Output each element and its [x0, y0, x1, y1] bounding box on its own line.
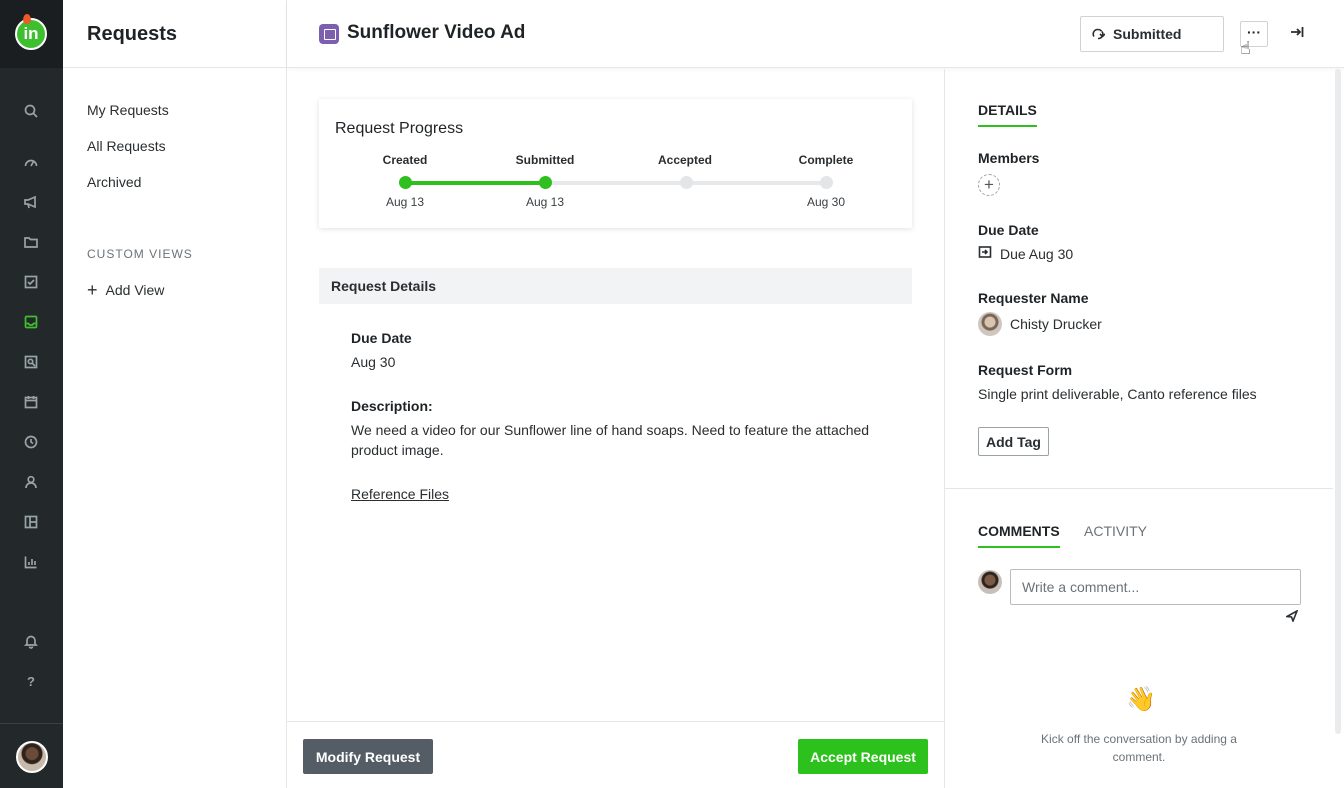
status-cycle-icon [1092, 28, 1105, 40]
due-date-panel-value[interactable]: Due Aug 30 [978, 245, 1073, 262]
inbox-icon[interactable] [21, 312, 41, 332]
status-label: Submitted [1113, 26, 1182, 42]
modify-request-button[interactable]: Modify Request [303, 739, 433, 774]
step-dot-submitted [539, 176, 552, 189]
review-icon[interactable] [21, 352, 41, 372]
megaphone-icon[interactable] [21, 192, 41, 212]
add-view-button[interactable]: + Add View [87, 280, 165, 300]
step-label-created: Created [382, 153, 428, 167]
icon-rail: in ? [0, 0, 63, 788]
requests-subnav: Requests My Requests All Requests Archiv… [63, 0, 287, 788]
description-label: Description: [351, 398, 433, 414]
due-date-panel-label: Due Date [978, 222, 1039, 238]
request-type-icon [319, 24, 339, 44]
user-avatar[interactable] [16, 741, 48, 773]
layout-icon[interactable] [21, 512, 41, 532]
step-date-complete: Aug 30 [806, 195, 846, 209]
dashboard-icon[interactable] [21, 152, 41, 172]
task-icon[interactable] [21, 272, 41, 292]
tab-activity[interactable]: ACTIVITY [1084, 523, 1147, 539]
step-date-created: Aug 13 [385, 195, 425, 209]
progress-title: Request Progress [335, 120, 464, 137]
nav-item-archived[interactable]: Archived [87, 174, 141, 190]
action-footer: Modify Request Accept Request [287, 721, 944, 788]
add-view-label: Add View [105, 282, 165, 298]
panel-scrollbar[interactable] [1335, 69, 1341, 734]
commenter-avatar [978, 570, 1002, 594]
requester-label: Requester Name [978, 290, 1089, 306]
requester-name: Chisty Drucker [1010, 316, 1102, 332]
help-icon[interactable]: ? [21, 671, 41, 691]
bell-icon[interactable] [21, 631, 41, 651]
step-label-complete: Complete [798, 153, 854, 167]
subnav-title: Requests [87, 23, 178, 45]
reference-files-link[interactable]: Reference Files [351, 486, 449, 502]
send-icon[interactable] [1284, 609, 1300, 624]
user-icon[interactable] [21, 472, 41, 492]
logo-area: in [0, 0, 63, 68]
request-progress-card: Request Progress Created Aug 13 Submitte… [319, 99, 912, 228]
app-logo[interactable]: in [15, 14, 47, 50]
clock-icon[interactable] [21, 432, 41, 452]
logo-drop-icon [23, 14, 31, 24]
add-member-button[interactable]: + [978, 174, 1000, 196]
tab-comments[interactable]: COMMENTS [978, 523, 1060, 548]
requester-value: Chisty Drucker [978, 312, 1102, 336]
page-header: Sunflower Video Ad Submitted ··· ☝ [287, 0, 1344, 68]
step-dot-complete [820, 176, 833, 189]
step-date-submitted: Aug 13 [525, 195, 565, 209]
add-tag-button[interactable]: Add Tag [978, 427, 1049, 456]
due-date-text: Due Aug 30 [1000, 245, 1074, 262]
progress-track-fill [405, 181, 545, 185]
chart-icon[interactable] [21, 552, 41, 572]
calendar-icon[interactable] [21, 392, 41, 412]
due-date-icon [978, 245, 992, 262]
page-title: Sunflower Video Ad [347, 22, 526, 43]
main-content: Request Progress Created Aug 13 Submitte… [287, 69, 944, 721]
panel-divider [945, 488, 1333, 489]
step-dot-accepted [680, 176, 693, 189]
requester-avatar [978, 312, 1002, 336]
collapse-panel-icon[interactable] [1289, 24, 1309, 44]
members-label: Members [978, 150, 1040, 166]
nav-item-my-requests[interactable]: My Requests [87, 102, 169, 118]
logo-text: in [23, 24, 39, 43]
request-form-value: Single print deliverable, Canto referenc… [978, 386, 1257, 402]
due-date-value: Aug 30 [351, 354, 396, 370]
folder-icon[interactable] [21, 232, 41, 252]
nav-item-all-requests[interactable]: All Requests [87, 138, 166, 154]
due-date-label: Due Date [351, 330, 412, 346]
request-details-heading: Request Details [319, 268, 912, 304]
accept-request-button[interactable]: Accept Request [798, 739, 928, 774]
custom-views-heading: CUSTOM VIEWS [87, 247, 193, 261]
subnav-header: Requests [63, 0, 286, 68]
step-label-submitted: Submitted [515, 153, 575, 167]
description-value: We need a video for our Sunflower line o… [351, 422, 870, 458]
right-panel: DETAILS Members + Due Date Due Aug 30 Re… [944, 69, 1344, 788]
help-glyph: ? [27, 673, 35, 689]
comment-input[interactable] [1010, 569, 1301, 605]
request-form-label: Request Form [978, 362, 1073, 378]
empty-comments-text: Kick off the conversation by adding a co… [1041, 732, 1237, 764]
hand-cursor-icon: ☝ [1240, 38, 1251, 58]
search-icon[interactable] [21, 101, 41, 121]
status-dropdown[interactable]: Submitted [1080, 16, 1224, 52]
step-label-accepted: Accepted [657, 153, 713, 167]
waving-hand-icon: 👋 [1126, 686, 1156, 713]
plus-icon: + [87, 280, 98, 300]
tab-details[interactable]: DETAILS [978, 102, 1037, 127]
step-dot-created [399, 176, 412, 189]
rail-divider [0, 723, 63, 724]
